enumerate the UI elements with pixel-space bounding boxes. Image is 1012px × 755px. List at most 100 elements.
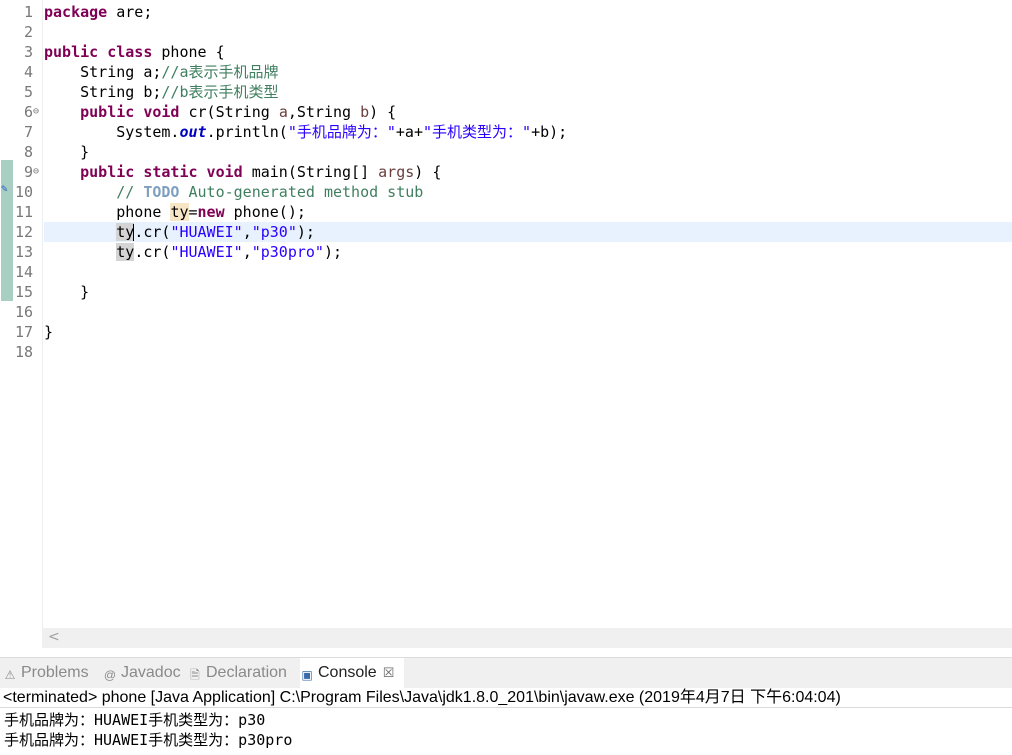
line-number: 1 <box>23 3 33 21</box>
console-divider <box>0 707 1012 708</box>
code-line[interactable]: 2 <box>0 22 1012 42</box>
code-line[interactable]: 15 } <box>0 282 1012 302</box>
code-line[interactable]: 1 package are; <box>0 2 1012 22</box>
code-line[interactable]: 17} <box>0 322 1012 342</box>
console-output-line: 手机品牌为：HUAWEI手机类型为：p30pro <box>4 731 293 749</box>
code-line[interactable]: 18 <box>0 342 1012 362</box>
tab-label: Console <box>318 664 377 681</box>
code-line[interactable]: 16 <box>0 302 1012 322</box>
code-text[interactable]: public void cr(String a,String b) { <box>44 102 396 122</box>
console-view[interactable]: <terminated> phone [Java Application] C:… <box>0 688 1012 755</box>
code-token: = <box>188 203 198 221</box>
console-icon: ▣ <box>301 668 313 682</box>
code-token: .println( <box>206 123 288 141</box>
code-token: args <box>378 163 415 181</box>
code-token: Auto-generated method stub <box>179 183 424 201</box>
code-text[interactable]: } <box>44 322 53 342</box>
code-token: "p30pro" <box>251 243 324 261</box>
code-text[interactable]: ty.cr("HUAWEI","p30"); <box>44 222 315 242</box>
code-token: public class <box>44 43 153 61</box>
line-number: 6 <box>23 103 33 121</box>
fold-collapse-icon[interactable]: ⊖ <box>33 162 42 182</box>
declaration-icon: 🗎 <box>190 668 200 682</box>
code-line[interactable]: 11 phone ty=new phone(); <box>0 202 1012 222</box>
code-text[interactable]: // TODO Auto-generated method stub <box>44 182 423 202</box>
code-text[interactable]: } <box>44 282 89 302</box>
bottom-panel-tabbar: ⚠ Problems @ Javadoc 🗎 Declaration ▣ Console ☒ <box>0 657 1012 688</box>
code-line[interactable]: 5 String b;//b表示手机类型 <box>0 82 1012 102</box>
code-text[interactable]: phone ty=new phone(); <box>44 202 306 222</box>
tab-declaration[interactable]: 🗎 Declaration <box>188 658 296 688</box>
code-token: // <box>44 183 144 201</box>
code-token: +b); <box>531 123 568 141</box>
code-text[interactable]: public static void main(String[] args) { <box>44 162 441 182</box>
line-number: 7 <box>23 123 33 141</box>
code-token: new <box>197 203 225 221</box>
line-number: 18 <box>14 343 33 361</box>
horizontal-scrollbar[interactable]: < <box>42 628 1012 648</box>
code-token: are; <box>107 3 153 21</box>
code-token: phone(); <box>224 203 306 221</box>
tab-label: Javadoc <box>121 664 181 681</box>
code-token: "p30" <box>251 223 297 241</box>
code-line[interactable]: 14 <box>0 262 1012 282</box>
line-number: 8 <box>23 143 33 161</box>
code-text[interactable]: ty.cr("HUAWEI","p30pro"); <box>44 242 342 262</box>
code-token: out <box>179 123 207 141</box>
code-token: "手机类型为：" <box>423 123 532 141</box>
line-number: 14 <box>14 263 33 281</box>
code-text[interactable]: String b;//b表示手机类型 <box>44 82 279 102</box>
tab-label: Problems <box>21 664 89 681</box>
code-token: "手机品牌为：" <box>287 123 396 141</box>
code-text[interactable]: } <box>44 142 89 162</box>
line-number: 4 <box>23 63 33 81</box>
line-number: 2 <box>23 23 33 41</box>
code-line[interactable]: 8 } <box>0 142 1012 162</box>
code-token: "HUAWEI" <box>170 243 243 261</box>
code-token: } <box>44 323 54 341</box>
line-number: 11 <box>14 203 33 221</box>
code-token: "HUAWEI" <box>170 223 243 241</box>
code-line[interactable]: 9 ⊖ public static void main(String[] args… <box>0 162 1012 182</box>
code-token: } <box>44 143 90 161</box>
close-tab-icon[interactable]: ☒ <box>383 665 395 680</box>
code-token: ); <box>296 223 315 241</box>
code-token: //b表示手机类型 <box>161 83 279 101</box>
line-number: 15 <box>14 283 33 301</box>
line-number: 13 <box>14 243 33 261</box>
code-line[interactable]: 10 // TODO Auto-generated method stub <box>0 182 1012 202</box>
code-token: TODO <box>143 183 180 201</box>
code-line[interactable]: 3 public class phone { <box>0 42 1012 62</box>
code-token: a <box>278 103 288 121</box>
code-token: ,String <box>287 103 361 121</box>
scroll-left-icon[interactable]: < <box>48 629 60 645</box>
tab-javadoc[interactable]: @ Javadoc <box>103 658 184 688</box>
code-token: ty <box>116 223 135 241</box>
code-token: ) { <box>414 163 442 181</box>
code-editor[interactable]: ✎ 1 package are; 2 3 public class phone {4 S… <box>0 0 1012 628</box>
line-number: 3 <box>23 43 33 61</box>
code-line[interactable]: 4 String a;//a表示手机品牌 <box>0 62 1012 82</box>
line-number: 10 <box>14 183 33 201</box>
code-line[interactable]: 6 ⊖ public void cr(String a,String b) { <box>0 102 1012 122</box>
line-number: 9 <box>23 163 33 181</box>
tab-problems[interactable]: ⚠ Problems <box>3 658 99 688</box>
code-text[interactable]: public class phone { <box>44 42 225 62</box>
problems-icon: ⚠ <box>4 668 16 682</box>
code-token: ty <box>170 203 189 221</box>
line-number: 17 <box>14 323 33 341</box>
code-line[interactable]: 12 ty.cr("HUAWEI","p30"); <box>15 222 1012 242</box>
code-token: public static void <box>80 163 243 181</box>
code-token: cr(String <box>179 103 279 121</box>
code-text[interactable]: package are; <box>44 2 152 22</box>
fold-collapse-icon[interactable]: ⊖ <box>33 102 42 122</box>
code-token: main(String[] <box>242 163 379 181</box>
code-text[interactable]: String a;//a表示手机品牌 <box>44 62 278 82</box>
code-token: .cr( <box>134 243 171 261</box>
tab-console[interactable]: ▣ Console ☒ <box>300 658 404 688</box>
code-text[interactable]: System.out.println("手机品牌为："+a+"手机类型为："+b… <box>44 122 567 142</box>
code-line[interactable]: 7 System.out.println("手机品牌为："+a+"手机类型为："… <box>0 122 1012 142</box>
code-line[interactable]: 13 ty.cr("HUAWEI","p30pro"); <box>0 242 1012 262</box>
